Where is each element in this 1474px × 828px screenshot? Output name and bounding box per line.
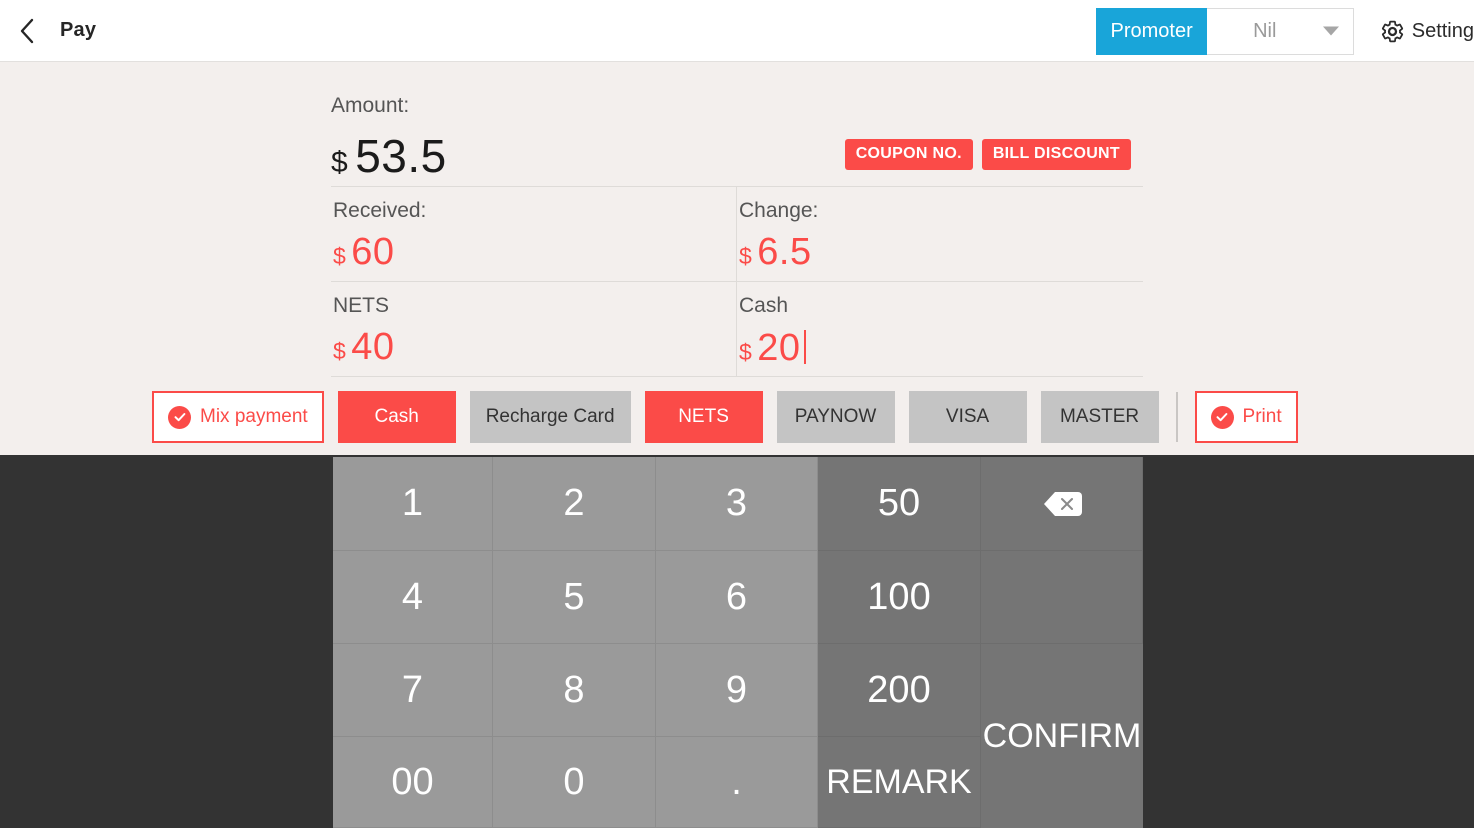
promoter-group: Promoter Nil bbox=[1096, 7, 1354, 55]
setting-button[interactable]: Setting bbox=[1380, 19, 1474, 44]
remark-button[interactable]: REMARK bbox=[818, 737, 981, 828]
text-cursor bbox=[803, 330, 806, 364]
divider bbox=[1175, 392, 1178, 442]
key-6[interactable]: 6 bbox=[656, 551, 818, 644]
bill-discount-button[interactable]: BILL DISCOUNT bbox=[981, 139, 1131, 170]
mix-payment-toggle[interactable]: Mix payment bbox=[152, 391, 324, 443]
confirm-button[interactable]: CONFIRM bbox=[981, 644, 1143, 828]
promoter-selected-value: Nil bbox=[1253, 19, 1277, 42]
chevron-down-icon bbox=[1322, 26, 1339, 36]
key-2[interactable]: 2 bbox=[493, 457, 656, 551]
key-7[interactable]: 7 bbox=[333, 644, 493, 737]
check-circle-icon bbox=[1210, 405, 1234, 429]
key-8[interactable]: 8 bbox=[493, 644, 656, 737]
cash-currency: $ bbox=[739, 339, 753, 365]
received-currency: $ bbox=[333, 243, 347, 269]
received-change-row: Received: $ 60 Change: $ 6.5 bbox=[331, 187, 1143, 281]
key-9[interactable]: 9 bbox=[656, 644, 818, 737]
payment-button-cash[interactable]: Cash bbox=[337, 391, 456, 443]
divider bbox=[331, 376, 1143, 377]
cash-value: $ 20 bbox=[739, 326, 1143, 370]
payment-button-master[interactable]: MASTER bbox=[1040, 391, 1159, 443]
print-toggle[interactable]: Print bbox=[1194, 391, 1298, 443]
key-5[interactable]: 5 bbox=[493, 551, 656, 644]
nets-number: 40 bbox=[351, 326, 395, 368]
gear-icon bbox=[1381, 20, 1403, 42]
payment-methods-row: Mix payment Cash Recharge Card NETS PAYN… bbox=[152, 391, 1298, 443]
payment-summary-panel: Amount: $ 53.5 COUPON NO. BILL DISCOUNT … bbox=[0, 62, 1474, 455]
pay-screen: Pay Promoter Nil Setting Amount: $ 53.5 … bbox=[0, 0, 1474, 828]
promoter-button[interactable]: Promoter bbox=[1096, 7, 1207, 55]
top-bar-right: Promoter Nil Setting bbox=[1096, 0, 1474, 62]
top-bar: Pay Promoter Nil Setting bbox=[0, 0, 1474, 62]
nets-cash-row: NETS $ 40 Cash $ 20 bbox=[331, 282, 1143, 376]
amount-currency: $ bbox=[331, 146, 349, 179]
cash-label: Cash bbox=[739, 294, 789, 317]
received-field[interactable]: Received: $ 60 bbox=[331, 187, 737, 281]
received-number: 60 bbox=[351, 231, 395, 273]
backspace-key[interactable] bbox=[981, 457, 1143, 551]
change-label: Change: bbox=[739, 199, 819, 222]
nets-field[interactable]: NETS $ 40 bbox=[331, 282, 737, 376]
chevron-left-icon bbox=[20, 18, 34, 43]
key-50[interactable]: 50 bbox=[818, 457, 981, 551]
key-200[interactable]: 200 bbox=[818, 644, 981, 737]
change-field: Change: $ 6.5 bbox=[737, 187, 1143, 281]
coupon-no-button[interactable]: COUPON NO. bbox=[844, 139, 973, 170]
promoter-select[interactable]: Nil bbox=[1206, 7, 1354, 55]
cash-field[interactable]: Cash $ 20 bbox=[737, 282, 1143, 376]
setting-label: Setting bbox=[1411, 19, 1474, 42]
change-number: 6.5 bbox=[757, 231, 812, 273]
key-4[interactable]: 4 bbox=[333, 551, 493, 644]
backspace-icon bbox=[1043, 491, 1082, 516]
key-3[interactable]: 3 bbox=[656, 457, 818, 551]
payment-button-visa[interactable]: VISA bbox=[908, 391, 1027, 443]
key-decimal[interactable]: . bbox=[656, 737, 818, 828]
change-currency: $ bbox=[739, 243, 753, 269]
page-title: Pay bbox=[60, 19, 97, 41]
amount-number: 53.5 bbox=[355, 130, 447, 182]
key-100[interactable]: 100 bbox=[818, 551, 981, 644]
print-label: Print bbox=[1242, 406, 1282, 427]
key-0[interactable]: 0 bbox=[493, 737, 656, 828]
amount-actions: COUPON NO. BILL DISCOUNT bbox=[844, 139, 1131, 170]
amount-label: Amount: bbox=[331, 94, 410, 117]
nets-value: $ 40 bbox=[333, 326, 736, 369]
cash-number: 20 bbox=[757, 327, 801, 369]
back-button[interactable] bbox=[0, 0, 54, 62]
mix-payment-label: Mix payment bbox=[200, 406, 308, 427]
received-value: $ 60 bbox=[333, 231, 736, 274]
numeric-keypad: 1 2 3 50 4 5 6 100 7 8 9 200 CONFIRM 00 … bbox=[333, 457, 1143, 828]
amount-row: Amount: $ 53.5 COUPON NO. BILL DISCOUNT bbox=[331, 85, 1143, 186]
payment-button-nets[interactable]: NETS bbox=[644, 391, 763, 443]
received-label: Received: bbox=[333, 199, 427, 222]
amount-fields: Amount: $ 53.5 COUPON NO. BILL DISCOUNT … bbox=[331, 85, 1143, 377]
payment-button-recharge-card[interactable]: Recharge Card bbox=[469, 391, 631, 443]
key-1[interactable]: 1 bbox=[333, 457, 493, 551]
change-value: $ 6.5 bbox=[739, 231, 1143, 274]
payment-button-paynow[interactable]: PAYNOW bbox=[776, 391, 895, 443]
key-00[interactable]: 00 bbox=[333, 737, 493, 828]
key-blank[interactable] bbox=[981, 551, 1143, 644]
nets-label: NETS bbox=[333, 294, 390, 317]
nets-currency: $ bbox=[333, 338, 347, 364]
check-circle-icon bbox=[168, 405, 191, 429]
